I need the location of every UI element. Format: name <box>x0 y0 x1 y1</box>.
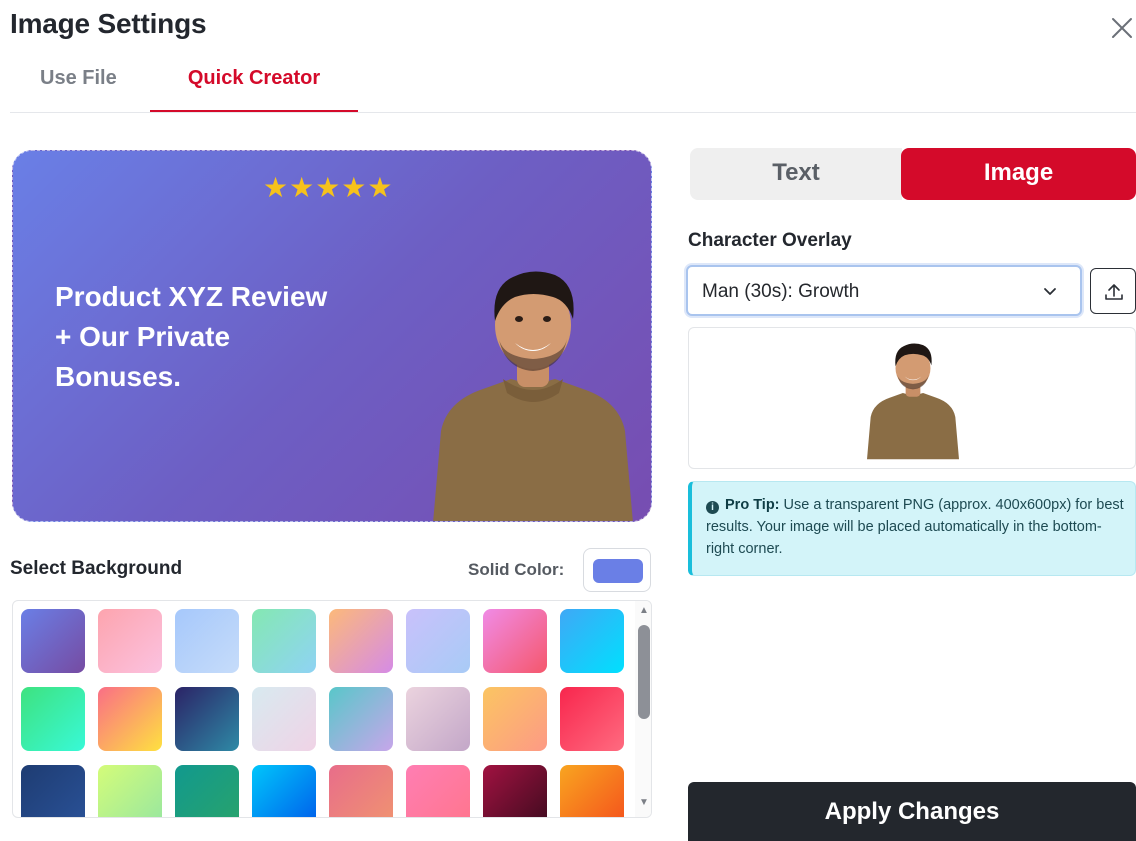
background-swatch[interactable] <box>252 687 316 751</box>
background-swatch-grid: ▲ ▼ <box>12 600 652 818</box>
tab-use-file[interactable]: Use File <box>40 66 117 114</box>
headline-line-2: + Our Private <box>55 321 231 352</box>
background-swatch[interactable] <box>483 765 547 817</box>
background-swatch[interactable] <box>406 609 470 673</box>
character-preview-image <box>867 343 959 460</box>
background-swatch[interactable] <box>175 765 239 817</box>
scroll-down-arrow-icon[interactable]: ▼ <box>638 797 650 809</box>
thumbnail-preview: ★★★★★ Product XYZ Review + Our Private B… <box>12 150 652 522</box>
chevron-down-icon <box>1044 288 1056 295</box>
background-swatch[interactable] <box>21 765 85 817</box>
toggle-image-button[interactable]: Image <box>901 148 1136 200</box>
headline-line-1: Product XYZ Review <box>55 281 328 312</box>
background-swatch[interactable] <box>329 765 393 817</box>
background-swatch[interactable] <box>252 765 316 817</box>
close-button[interactable] <box>1108 14 1136 42</box>
character-overlay-select[interactable]: Man (30s): Growth <box>686 265 1082 316</box>
preview-headline: Product XYZ Review + Our Private Bonuses… <box>55 277 415 397</box>
pro-tip-title: Pro Tip: <box>725 497 780 513</box>
background-swatch[interactable] <box>406 687 470 751</box>
character-overlay-image <box>433 271 633 521</box>
character-overlay-label: Character Overlay <box>688 230 852 251</box>
background-swatch[interactable] <box>98 609 162 673</box>
headline-line-3: Bonuses. <box>55 361 182 392</box>
upload-button[interactable] <box>1090 268 1136 314</box>
background-swatch[interactable] <box>329 687 393 751</box>
background-swatch[interactable] <box>406 765 470 817</box>
background-swatch[interactable] <box>21 609 85 673</box>
background-swatch[interactable] <box>560 609 624 673</box>
apply-changes-button[interactable]: Apply Changes <box>688 782 1136 841</box>
tab-quick-creator-label: Quick Creator <box>187 67 321 89</box>
solid-color-label: Solid Color: <box>468 560 565 579</box>
solid-color-swatch <box>593 559 643 583</box>
modal-title: Image Settings <box>10 8 207 39</box>
overlay-preview-box <box>688 327 1136 469</box>
tab-bar: Use File Quick Creator <box>0 60 1136 114</box>
scroll-up-arrow-icon[interactable]: ▲ <box>638 605 650 617</box>
rating-stars: ★★★★★ <box>263 172 394 203</box>
background-swatch[interactable] <box>98 765 162 817</box>
background-swatch[interactable] <box>252 609 316 673</box>
background-swatch[interactable] <box>98 687 162 751</box>
scroll-thumb[interactable] <box>638 625 650 719</box>
overlay-type-toggle: Text Image <box>690 148 1136 200</box>
background-swatch[interactable] <box>560 687 624 751</box>
background-swatch[interactable] <box>21 687 85 751</box>
background-swatch[interactable] <box>560 765 624 817</box>
background-swatch[interactable] <box>175 687 239 751</box>
toggle-text-button[interactable]: Text <box>690 148 902 200</box>
background-swatch[interactable] <box>483 609 547 673</box>
swatch-scrollbar[interactable]: ▲ ▼ <box>635 601 651 817</box>
tab-quick-creator[interactable]: Quick Creator <box>150 66 358 114</box>
select-background-label: Select Background <box>10 558 183 579</box>
character-overlay-value: Man (30s): Growth <box>702 281 860 302</box>
background-swatch[interactable] <box>175 609 239 673</box>
background-swatch[interactable] <box>483 687 547 751</box>
pro-tip-alert: i Pro Tip: Use a transparent PNG (approx.… <box>688 481 1136 576</box>
background-swatch[interactable] <box>329 609 393 673</box>
tab-divider <box>10 112 1136 113</box>
close-icon <box>1112 18 1132 38</box>
solid-color-picker[interactable] <box>583 548 651 592</box>
info-icon: i <box>706 501 719 514</box>
upload-icon <box>1105 284 1123 300</box>
